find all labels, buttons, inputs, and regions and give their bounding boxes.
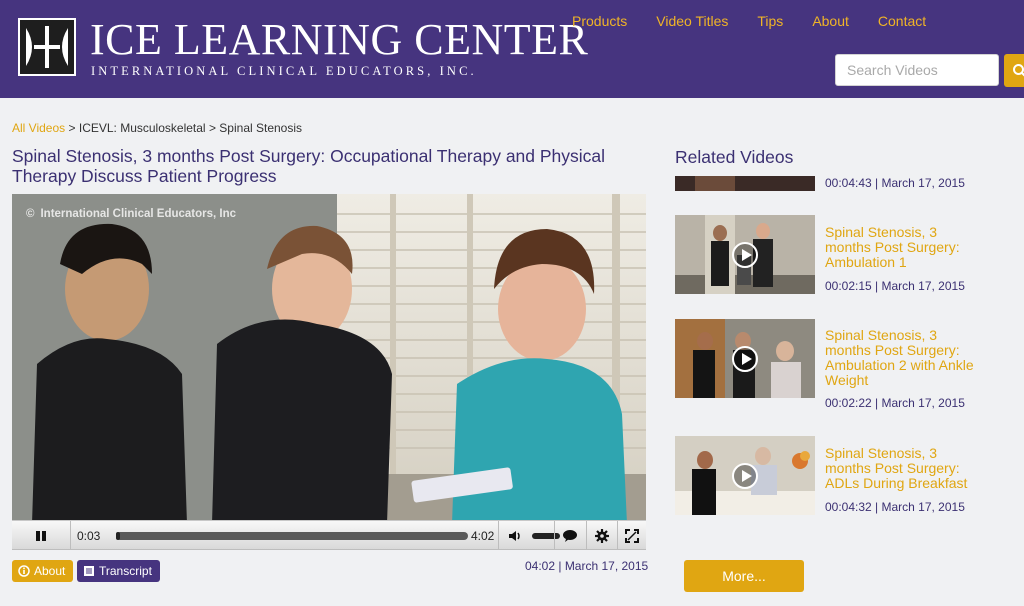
breadcrumb-separator: > [68, 121, 76, 135]
page-title: Spinal Stenosis, 3 months Post Surgery: … [12, 146, 606, 186]
related-thumbnail[interactable] [675, 176, 815, 191]
about-label: About [34, 564, 66, 578]
logo-icon[interactable] [18, 18, 76, 76]
site-header: ICE LEARNING CENTER INTERNATIONAL CLINIC… [0, 0, 1024, 98]
mute-button[interactable] [500, 521, 530, 550]
breadcrumb-current[interactable]: Spinal Stenosis [219, 121, 302, 135]
about-button[interactable]: About [12, 560, 73, 582]
nav-tips[interactable]: Tips [757, 13, 783, 29]
related-item-meta: 00:04:43 | March 17, 2015 [825, 176, 965, 190]
breadcrumb: All Videos > ICEVL: Musculoskeletal > Sp… [12, 121, 302, 135]
related-item-meta: 00:04:32 | March 17, 2015 [825, 500, 965, 514]
related-item-meta: 00:02:15 | March 17, 2015 [825, 279, 965, 293]
search-button[interactable] [1004, 54, 1024, 87]
copyright-icon: © [26, 208, 35, 220]
pause-button[interactable] [12, 521, 70, 550]
progress-bar[interactable] [116, 532, 468, 540]
volume-icon [509, 530, 520, 541]
info-icon [18, 565, 30, 577]
more-button[interactable]: More... [684, 560, 804, 592]
duration: 4:02 [471, 529, 495, 543]
logo-subtitle: INTERNATIONAL CLINICAL EDUCATORS, INC. [91, 64, 477, 78]
gear-icon [595, 528, 609, 543]
fullscreen-icon [625, 528, 639, 543]
related-item-meta: 00:02:22 | March 17, 2015 [825, 396, 965, 410]
related-videos-heading: Related Videos [675, 147, 794, 167]
video-frame [12, 194, 646, 520]
breadcrumb-category[interactable]: ICEVL: Musculoskeletal [79, 121, 206, 135]
related-item-title[interactable]: Spinal Stenosis, 3 months Post Surgery: … [825, 446, 975, 491]
play-icon [732, 242, 758, 268]
video-controls: 0:03 4:02 [12, 520, 646, 550]
captions-button[interactable] [555, 521, 585, 550]
fullscreen-button[interactable] [618, 521, 646, 550]
breadcrumb-all-videos[interactable]: All Videos [12, 121, 65, 135]
related-item-title[interactable]: Spinal Stenosis, 3 months Post Surgery: … [825, 225, 975, 270]
main-nav: Products Video Titles Tips About Contact [572, 13, 955, 29]
video-meta: 04:02 | March 17, 2015 [525, 559, 649, 573]
related-item-title[interactable]: Spinal Stenosis, 3 months Post Surgery: … [825, 328, 975, 388]
control-divider [498, 521, 499, 550]
control-divider [70, 521, 71, 550]
watermark-text: International Clinical Educators, Inc [40, 208, 237, 220]
play-icon [732, 463, 758, 489]
current-time: 0:03 [77, 529, 101, 543]
speech-bubble-icon [563, 529, 577, 542]
pause-icon [36, 530, 46, 541]
search-icon [1013, 64, 1024, 77]
related-thumbnail[interactable] [675, 215, 815, 294]
transcript-label: Transcript [99, 564, 152, 578]
breadcrumb-separator: > [208, 121, 216, 135]
nav-about[interactable]: About [812, 13, 849, 29]
video-watermark: © International Clinical Educators, Inc [26, 208, 236, 220]
related-thumbnail[interactable] [675, 319, 815, 398]
related-thumbnail[interactable] [675, 436, 815, 515]
nav-contact[interactable]: Contact [878, 13, 926, 29]
logo-title[interactable]: ICE LEARNING CENTER [90, 16, 588, 64]
thumbnail-image [675, 176, 815, 191]
settings-button[interactable] [587, 521, 617, 550]
transcript-button[interactable]: Transcript [77, 560, 160, 582]
nav-products[interactable]: Products [572, 13, 627, 29]
document-icon [84, 566, 94, 576]
play-icon [732, 346, 758, 372]
video-player[interactable]: © International Clinical Educators, Inc [12, 194, 646, 520]
progress-fill [116, 532, 121, 540]
search-input[interactable] [835, 54, 999, 86]
nav-video-titles[interactable]: Video Titles [656, 13, 728, 29]
